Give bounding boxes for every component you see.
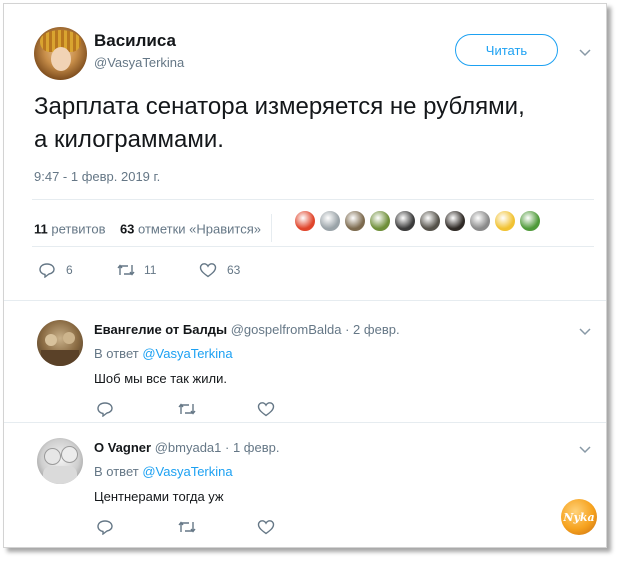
retweet-icon [177, 402, 197, 416]
main-tweet: Василиса @VasyaTerkina Читать Зарплата с… [4, 4, 606, 304]
retweet-action[interactable] [177, 520, 257, 534]
reply-action[interactable] [96, 401, 177, 417]
retweets-stat[interactable]: 11 ретвитов [34, 221, 105, 236]
tweet-stats: 11 ретвитов 63 отметки «Нравится» [34, 214, 280, 244]
liker-avatar[interactable] [444, 210, 466, 232]
reply-icon [38, 262, 56, 278]
reply-to-handle[interactable]: @VasyaTerkina [142, 346, 232, 361]
reply-item[interactable]: Евангелие от Балды @gospelfromBalda · 2 … [4, 300, 606, 422]
reply-item[interactable]: O Vagner @bmyada1 · 1 февр. В ответ @Vas… [4, 422, 606, 547]
avatar-table [41, 350, 79, 366]
chevron-down-icon[interactable] [579, 46, 591, 58]
retweet-count: 11 [144, 263, 157, 277]
retweets-count: 11 [34, 221, 48, 237]
reply-action[interactable] [96, 519, 177, 535]
heart-icon [257, 401, 275, 417]
reply-count: 6 [66, 263, 73, 277]
reply-date[interactable]: · 2 февр. [345, 322, 399, 337]
stats-separator [270, 214, 272, 242]
reply-header: O Vagner @bmyada1 · 1 февр. [94, 440, 279, 455]
reply-author-name[interactable]: O Vagner [94, 440, 151, 455]
reply-prefix: В ответ [94, 346, 139, 361]
likers-avatars [294, 210, 544, 232]
retweet-icon [177, 520, 197, 534]
reply-action[interactable]: 6 [38, 262, 116, 278]
reply-to-line: В ответ @VasyaTerkina [94, 346, 233, 361]
tweet-text-line-2: а килограммами. [34, 126, 224, 153]
reply-author-handle[interactable]: @gospelfromBalda [231, 322, 342, 337]
avatar-body [43, 466, 77, 484]
author-name[interactable]: Василиса [94, 31, 176, 51]
reply-avatar[interactable] [37, 320, 83, 366]
liker-avatar[interactable] [319, 210, 341, 232]
retweet-icon [116, 263, 136, 277]
reply-text: Шоб мы все так жили. [94, 371, 227, 386]
avatar-figure [63, 332, 75, 344]
liker-avatar[interactable] [469, 210, 491, 232]
watermark-logo: Nyka [561, 499, 597, 535]
author-handle[interactable]: @VasyaTerkina [94, 55, 184, 70]
chevron-down-icon[interactable] [579, 325, 591, 337]
heart-icon [199, 262, 217, 278]
liker-avatar[interactable] [344, 210, 366, 232]
heart-icon [257, 519, 275, 535]
retweet-action[interactable] [177, 402, 257, 416]
reply-prefix: В ответ [94, 464, 139, 479]
avatar-face [51, 47, 71, 71]
avatar-figure [44, 448, 61, 465]
avatar-figure [61, 446, 78, 463]
divider [32, 199, 594, 200]
liker-avatar[interactable] [294, 210, 316, 232]
tweet-actions: 6 11 63 [38, 262, 240, 278]
reply-author-handle[interactable]: @bmyada1 [155, 440, 222, 455]
retweet-action[interactable]: 11 [116, 263, 199, 277]
likes-label: отметки «Нравится» [138, 221, 262, 237]
divider [32, 246, 594, 247]
liker-avatar[interactable] [394, 210, 416, 232]
chevron-down-icon[interactable] [579, 443, 591, 455]
reply-to-line: В ответ @VasyaTerkina [94, 464, 233, 479]
reply-avatar[interactable] [37, 438, 83, 484]
reply-icon [96, 519, 114, 535]
reply-icon [96, 401, 114, 417]
like-action[interactable] [257, 401, 275, 417]
follow-button[interactable]: Читать [455, 34, 558, 66]
tweet-text-line-1: Зарплата сенатора измеряется не рублями, [34, 93, 525, 120]
tweet-timestamp[interactable]: 9:47 - 1 февр. 2019 г. [34, 169, 160, 184]
liker-avatar[interactable] [494, 210, 516, 232]
tweet-text: Зарплата сенатора измеряется не рублями,… [34, 90, 594, 156]
reply-actions [96, 519, 275, 535]
reply-header: Евангелие от Балды @gospelfromBalda · 2 … [94, 322, 400, 337]
retweets-label: ретвитов [51, 221, 106, 237]
reply-text: Центнерами тогда уж [94, 489, 224, 504]
likes-count: 63 [119, 221, 135, 237]
likes-stat[interactable]: 63 отметки «Нравится» [120, 221, 261, 236]
reply-date[interactable]: · 1 февр. [225, 440, 279, 455]
like-action[interactable] [257, 519, 275, 535]
reply-author-name[interactable]: Евангелие от Балды [94, 322, 227, 337]
reply-actions [96, 401, 275, 417]
reply-to-handle[interactable]: @VasyaTerkina [142, 464, 232, 479]
like-action[interactable]: 63 [199, 262, 240, 278]
liker-avatar[interactable] [369, 210, 391, 232]
tweet-card: Василиса @VasyaTerkina Читать Зарплата с… [3, 3, 607, 548]
avatar-figure [45, 334, 57, 346]
liker-avatar[interactable] [419, 210, 441, 232]
like-count: 63 [227, 263, 241, 277]
author-avatar[interactable] [34, 27, 87, 80]
liker-avatar[interactable] [519, 210, 541, 232]
